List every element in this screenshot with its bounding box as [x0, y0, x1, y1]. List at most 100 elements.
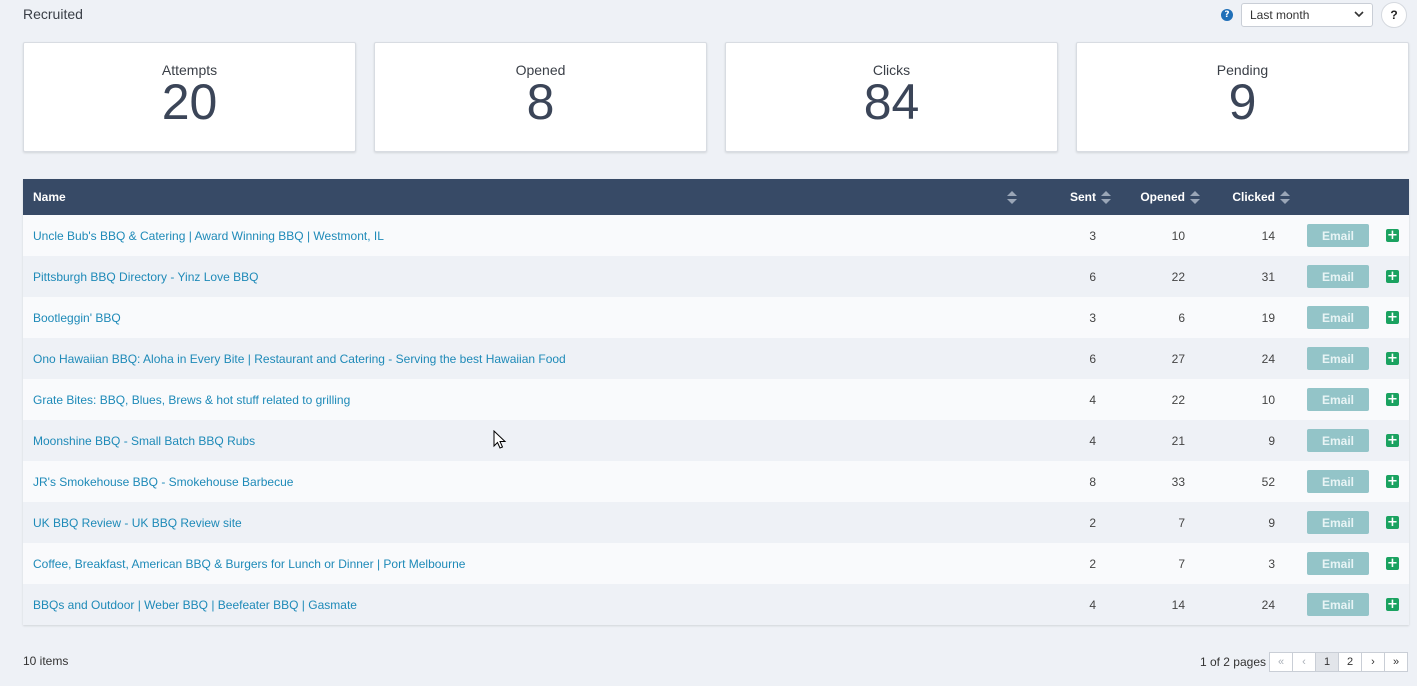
row-opened: 7 — [1178, 515, 1185, 530]
column-header-clicked[interactable]: Clicked — [1202, 179, 1292, 215]
row-opened: 21 — [1171, 433, 1185, 448]
row-opened: 22 — [1171, 392, 1185, 407]
table-row: Moonshine BBQ - Small Batch BBQ Rubs 4 2… — [23, 420, 1409, 461]
table-row: JR's Smokehouse BBQ - Smokehouse Barbecu… — [23, 461, 1409, 502]
table-row: UK BBQ Review - UK BBQ Review site 2 7 9… — [23, 502, 1409, 543]
row-opened: 22 — [1171, 269, 1185, 284]
email-button[interactable]: Email — [1307, 388, 1369, 411]
row-clicked: 24 — [1261, 597, 1275, 612]
recruited-table: Name Sent Opened Clicked Uncle Bub's BBQ… — [23, 179, 1409, 625]
column-opened-label: Opened — [1140, 190, 1185, 204]
column-header-sent[interactable]: Sent — [1025, 179, 1113, 215]
first-page-button[interactable]: « — [1269, 652, 1293, 672]
row-name-link[interactable]: Grate Bites: BBQ, Blues, Brews & hot stu… — [23, 393, 350, 407]
row-sent: 8 — [1089, 474, 1096, 489]
row-opened: 7 — [1178, 556, 1185, 571]
plus-square-icon[interactable]: + — [1386, 475, 1399, 488]
stat-value: 84 — [863, 74, 920, 130]
row-name-link[interactable]: BBQs and Outdoor | Weber BBQ | Beefeater… — [23, 598, 357, 612]
row-name-link[interactable]: Moonshine BBQ - Small Batch BBQ Rubs — [23, 434, 255, 448]
table-row: BBQs and Outdoor | Weber BBQ | Beefeater… — [23, 584, 1409, 625]
help-button[interactable]: ? — [1381, 2, 1407, 28]
top-controls: ? Last month ? — [1221, 2, 1407, 28]
row-name-link[interactable]: Ono Hawaiian BBQ: Aloha in Every Bite | … — [23, 352, 566, 366]
pages-text: 1 of 2 pages — [1199, 655, 1266, 669]
plus-square-icon[interactable]: + — [1386, 516, 1399, 529]
row-name-link[interactable]: JR's Smokehouse BBQ - Smokehouse Barbecu… — [23, 475, 293, 489]
row-name-link[interactable]: Bootleggin' BBQ — [23, 311, 121, 325]
row-clicked: 19 — [1261, 310, 1275, 325]
row-clicked: 14 — [1261, 228, 1275, 243]
row-opened: 33 — [1171, 474, 1185, 489]
stat-value: 20 — [161, 74, 218, 130]
table-header-row: Name Sent Opened Clicked — [23, 179, 1409, 215]
plus-square-icon[interactable]: + — [1386, 557, 1399, 570]
row-name-link[interactable]: Coffee, Breakfast, American BBQ & Burger… — [23, 557, 465, 571]
stat-card-clicks: Clicks 84 — [725, 42, 1058, 152]
row-clicked: 9 — [1268, 433, 1275, 448]
plus-square-icon[interactable]: + — [1386, 598, 1399, 611]
column-header-opened[interactable]: Opened — [1113, 179, 1202, 215]
sort-icon[interactable] — [1101, 190, 1111, 204]
last-page-button[interactable]: » — [1384, 652, 1408, 672]
page-2-button[interactable]: 2 — [1338, 652, 1362, 672]
column-clicked-label: Clicked — [1232, 190, 1275, 204]
stat-card-attempts: Attempts 20 — [23, 42, 356, 152]
row-opened: 14 — [1171, 597, 1185, 612]
plus-square-icon[interactable]: + — [1386, 393, 1399, 406]
row-sent: 6 — [1089, 351, 1096, 366]
row-name-link[interactable]: Uncle Bub's BBQ & Catering | Award Winni… — [23, 229, 384, 243]
sort-icon[interactable] — [1007, 190, 1017, 204]
period-select[interactable]: Last month — [1241, 3, 1373, 27]
email-button[interactable]: Email — [1307, 511, 1369, 534]
row-sent: 4 — [1089, 597, 1096, 612]
table-row: Ono Hawaiian BBQ: Aloha in Every Bite | … — [23, 338, 1409, 379]
plus-square-icon[interactable]: + — [1386, 270, 1399, 283]
plus-square-icon[interactable]: + — [1386, 434, 1399, 447]
email-button[interactable]: Email — [1307, 552, 1369, 575]
row-opened: 6 — [1178, 310, 1185, 325]
table-row: Coffee, Breakfast, American BBQ & Burger… — [23, 543, 1409, 584]
row-sent: 3 — [1089, 228, 1096, 243]
email-button[interactable]: Email — [1307, 306, 1369, 329]
table-row: Bootleggin' BBQ 3 6 19 Email + — [23, 297, 1409, 338]
row-name-link[interactable]: UK BBQ Review - UK BBQ Review site — [23, 516, 242, 530]
row-name-link[interactable]: Pittsburgh BBQ Directory - Yinz Love BBQ — [23, 270, 258, 284]
row-opened: 27 — [1171, 351, 1185, 366]
plus-square-icon[interactable]: + — [1386, 311, 1399, 324]
row-sent: 3 — [1089, 310, 1096, 325]
row-clicked: 10 — [1261, 392, 1275, 407]
stats-cards: Attempts 20 Opened 8 Clicks 84 Pending 9 — [23, 42, 1409, 152]
row-opened: 10 — [1171, 228, 1185, 243]
column-sent-label: Sent — [1069, 190, 1096, 204]
next-page-button[interactable]: › — [1361, 652, 1385, 672]
table-row: Grate Bites: BBQ, Blues, Brews & hot stu… — [23, 379, 1409, 420]
email-button[interactable]: Email — [1307, 593, 1369, 616]
table-row: Pittsburgh BBQ Directory - Yinz Love BBQ… — [23, 256, 1409, 297]
prev-page-button[interactable]: ‹ — [1292, 652, 1316, 672]
row-sent: 6 — [1089, 269, 1096, 284]
row-sent: 2 — [1089, 515, 1096, 530]
chevron-down-icon — [1354, 9, 1364, 21]
column-header-add — [1369, 179, 1409, 215]
pagination: 1 of 2 pages « ‹ 1 2 › » — [1200, 652, 1408, 672]
sort-icon[interactable] — [1280, 190, 1290, 204]
table-row: Uncle Bub's BBQ & Catering | Award Winni… — [23, 215, 1409, 256]
page-1-button[interactable]: 1 — [1315, 652, 1339, 672]
email-button[interactable]: Email — [1307, 347, 1369, 370]
email-button[interactable]: Email — [1307, 224, 1369, 247]
column-header-name[interactable]: Name — [23, 179, 1025, 215]
question-circle-icon[interactable]: ? — [1221, 9, 1233, 21]
row-clicked: 3 — [1268, 556, 1275, 571]
plus-square-icon[interactable]: + — [1386, 352, 1399, 365]
email-button[interactable]: Email — [1307, 265, 1369, 288]
sort-icon[interactable] — [1190, 190, 1200, 204]
email-button[interactable]: Email — [1307, 470, 1369, 493]
column-name-label: Name — [33, 190, 66, 204]
plus-square-icon[interactable]: + — [1386, 229, 1399, 242]
row-sent: 4 — [1089, 392, 1096, 407]
email-button[interactable]: Email — [1307, 429, 1369, 452]
row-sent: 4 — [1089, 433, 1096, 448]
stat-card-opened: Opened 8 — [374, 42, 707, 152]
stat-value: 9 — [1228, 74, 1257, 130]
